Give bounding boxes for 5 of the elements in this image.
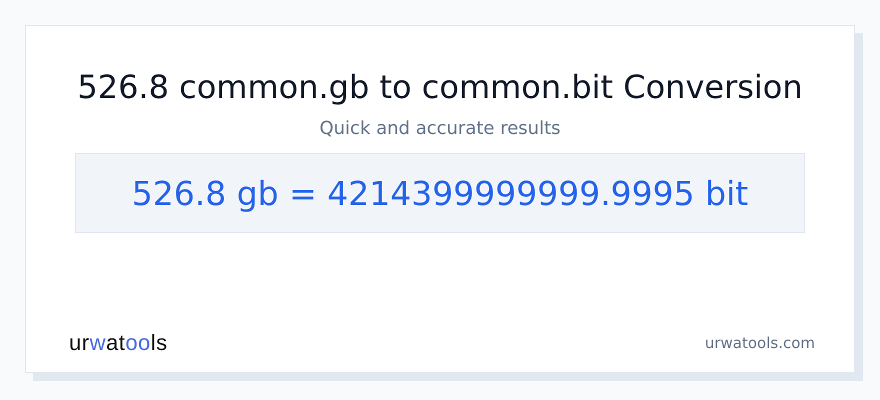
subtitle: Quick and accurate results [319, 118, 561, 139]
domain-link[interactable]: urwatools.com [704, 334, 815, 352]
conversion-result: 526.8 gb = 4214399999999.9995 bit [132, 174, 748, 212]
page-title: 526.8 common.gb to common.bit Conversion [77, 68, 803, 106]
logo: urwatools [69, 330, 168, 356]
